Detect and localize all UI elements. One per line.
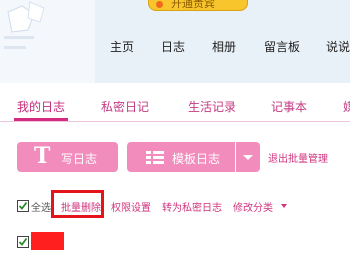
chevron-down-icon: [243, 155, 253, 160]
tab-notebook[interactable]: 记事本: [271, 98, 307, 115]
tab-life-record[interactable]: 生活记录: [188, 98, 236, 115]
vip-badge-label: 开通贵宾: [171, 0, 215, 10]
exit-batch-link[interactable]: 退出批量管理: [268, 150, 328, 165]
row-checkbox[interactable]: [17, 236, 29, 248]
tab-private-diary[interactable]: 私密日记: [101, 98, 149, 115]
nav-guestbook[interactable]: 留言板: [264, 38, 300, 55]
template-grid-icon: [146, 151, 164, 164]
nav-blog[interactable]: 日志: [161, 38, 185, 55]
permission-settings-link[interactable]: 权限设置: [111, 199, 151, 214]
vip-icon: [156, 1, 163, 8]
text-t-icon: T: [34, 143, 51, 169]
header-band: 开通贵宾 主页 日志 相册 留言板 说说: [0, 0, 350, 83]
tab-divider: [0, 121, 350, 122]
convert-private-link[interactable]: 转为私密日志: [162, 199, 222, 214]
nav-album[interactable]: 相册: [212, 38, 236, 55]
tab-more[interactable]: 媒: [343, 98, 350, 115]
vip-badge-button[interactable]: 开通贵宾: [148, 0, 248, 11]
select-all-checkbox[interactable]: [17, 200, 29, 212]
nav-shuoshuo[interactable]: 说说: [326, 38, 350, 55]
header-decoration: [0, 0, 95, 83]
tab-my-blog[interactable]: 我的日志: [17, 98, 65, 115]
write-blog-label: 写日志: [61, 152, 98, 166]
template-blog-label: 模板日志: [172, 152, 221, 166]
template-dropdown-button[interactable]: [236, 142, 260, 172]
redacted-title: [31, 232, 64, 250]
chevron-down-icon: [281, 204, 287, 208]
write-blog-button[interactable]: T 写日志: [17, 142, 118, 172]
nav-home[interactable]: 主页: [110, 38, 134, 55]
template-blog-button[interactable]: 模板日志: [127, 142, 235, 172]
highlight-box: [51, 190, 104, 218]
checkmark-icon: [18, 201, 28, 210]
checkmark-icon: [18, 237, 28, 246]
change-category-link[interactable]: 修改分类: [233, 199, 273, 214]
